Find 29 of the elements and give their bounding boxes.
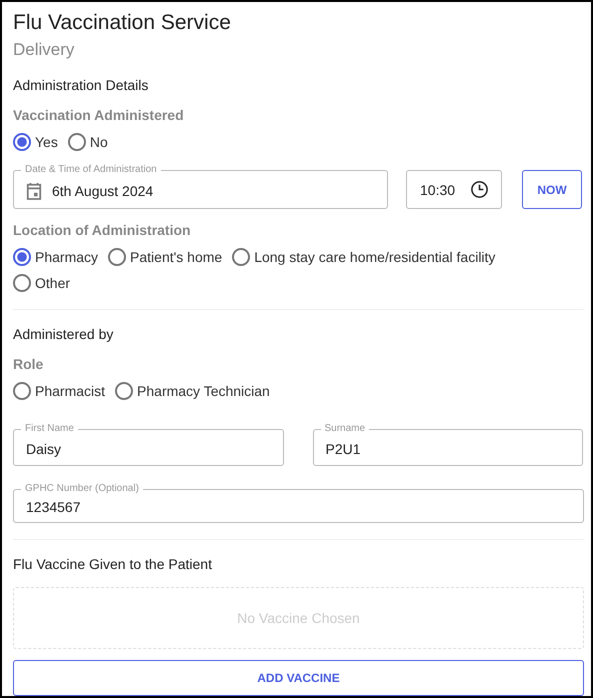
add-vaccine-button[interactable]: ADD VACCINE [13, 660, 584, 696]
radio-option[interactable]: Pharmacy [13, 247, 98, 267]
calendar-icon [26, 182, 42, 200]
gphc-number-field[interactable]: GPHC Number (Optional) 1234567 [13, 483, 584, 523]
field-label: Location of Administration [13, 221, 191, 239]
field-label: Vaccination Administered [13, 106, 184, 124]
field-label: Role [13, 355, 44, 373]
radio-option[interactable]: Pharmacist [13, 381, 106, 401]
radio-option[interactable]: No [68, 132, 108, 152]
date-field[interactable]: Date & Time of Administration 6th August 2024 [13, 164, 388, 209]
radio-option[interactable]: Yes [13, 132, 58, 152]
page-title: Flu Vaccination Service [13, 10, 231, 36]
field-label: First Name [24, 423, 75, 435]
radio-option[interactable]: Other [13, 273, 70, 293]
clock-icon [470, 180, 489, 199]
page-subtitle: Delivery [13, 39, 74, 61]
radio-option[interactable]: Patient's home [108, 247, 222, 267]
first-name-field[interactable]: First Name Daisy [13, 423, 284, 466]
radio-option[interactable]: Pharmacy Technician [115, 381, 270, 401]
field-label: GPHC Number (Optional) [24, 483, 140, 495]
section-heading: Administered by [13, 325, 114, 343]
field-label: Surname [324, 423, 366, 435]
radio-option[interactable]: Long stay care home/residential facility [232, 247, 496, 267]
field-label: Date & Time of Administration [24, 164, 158, 176]
surname-field[interactable]: Surname P2U1 [312, 423, 583, 466]
section-heading: Administration Details [13, 76, 148, 94]
time-field[interactable]: 10:30 [406, 170, 502, 209]
now-button[interactable]: NOW [522, 170, 582, 209]
section-heading: Flu Vaccine Given to the Patient [13, 554, 212, 573]
